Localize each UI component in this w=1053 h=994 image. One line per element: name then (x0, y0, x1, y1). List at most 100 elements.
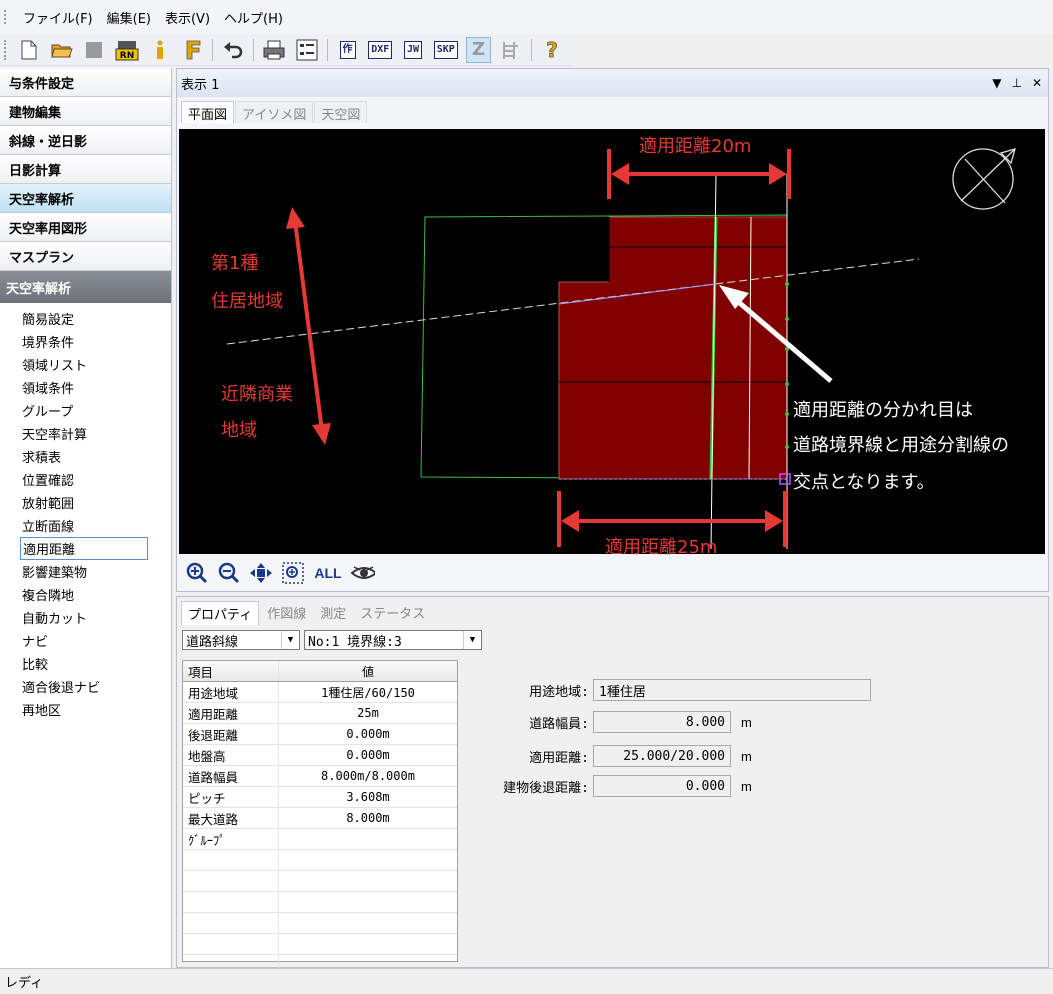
category-building-edit[interactable]: 建物編集 (0, 97, 171, 126)
tab-measure[interactable]: 測定 (314, 601, 352, 625)
table-row[interactable]: 後退距離 0.000m (183, 724, 457, 745)
status-text: レディ (5, 976, 44, 991)
jw-button[interactable]: JW (400, 37, 426, 63)
category-slant-shadow[interactable]: 斜線・逆日影 (0, 126, 171, 155)
print-button[interactable] (261, 37, 287, 63)
f-button[interactable] (180, 37, 206, 63)
sidebar-item[interactable]: ナビ (0, 629, 171, 652)
sidebar-item-list: 簡易設定 境界条件 領域リスト 領域条件 グループ 天空率計算 求積表 位置確認… (0, 303, 171, 721)
skp-icon: SKP (433, 40, 458, 59)
undo-button[interactable] (220, 37, 246, 63)
table-row-empty (183, 913, 457, 934)
zoom-all-label: ALL (314, 565, 342, 581)
z-icon: Z (472, 39, 486, 60)
table-row[interactable]: 適用距離 25m (183, 703, 457, 724)
info-button[interactable] (147, 37, 173, 63)
sidebar-item[interactable]: 領域リスト (0, 353, 171, 376)
sidebar-item[interactable]: 影響建築物 (0, 560, 171, 583)
zoom-out-button[interactable] (217, 561, 241, 585)
stop-button[interactable] (81, 37, 107, 63)
boundary-select[interactable]: No:1 境界線:3 ▼ (304, 630, 482, 650)
form-row-zone: 用途地域: 1種住居 (477, 679, 871, 701)
sidebar-item[interactable]: 放射範囲 (0, 491, 171, 514)
tab-status[interactable]: ステータス (354, 601, 431, 625)
tab-plan[interactable]: 平面図 (181, 101, 235, 123)
table-row[interactable]: 用途地域 1種住居/60/150 (183, 682, 457, 703)
drawing-canvas[interactable]: 適用距離20m 適用距離25m 第1種 住居地域 近隣商業 地域 適用距離の分か… (179, 129, 1045, 558)
view-tabs: 平面図 アイソメ図 天空図 (177, 97, 1048, 123)
category-mass-plan[interactable]: マスプラン (0, 242, 171, 271)
sidebar-item[interactable]: 求積表 (0, 445, 171, 468)
form-row-setback: 建物後退距離: 0.000 m (477, 775, 752, 797)
dropdown-icon[interactable]: ▼ (992, 76, 1001, 90)
property-grid: 項目 値 用途地域 1種住居/60/150 適用距離 25m 後退距離 0.000m … (182, 660, 458, 976)
note-line2: 道路境界線と用途分割線の (793, 435, 1009, 456)
menu-file[interactable]: ファイル(F) (16, 8, 100, 27)
sidebar-item[interactable]: 比較 (0, 652, 171, 675)
sidebar-item[interactable]: 適合後退ナビ (0, 675, 171, 698)
menu-help[interactable]: ヘルプ(H) (217, 8, 290, 27)
tab-drawing-lines[interactable]: 作図線 (261, 601, 312, 625)
skp-button[interactable]: SKP (433, 37, 459, 63)
table-row[interactable]: 道路幅員 8.000m/8.000m (183, 766, 457, 787)
sidebar-item[interactable]: 自動カット (0, 606, 171, 629)
z-button[interactable]: Z (465, 36, 492, 63)
sidebar: 与条件設定 建物編集 斜線・逆日影 日影計算 天空率解析 天空率用図形 マスプラ… (0, 68, 172, 968)
rn-button[interactable]: RN (114, 37, 140, 63)
table-row[interactable]: ピッチ 3.608m (183, 787, 457, 808)
table-row[interactable]: 地盤高 0.000m (183, 745, 457, 766)
menu-bar: ファイル(F) 編集(E) 表示(V) ヘルプ(H) (0, 0, 1053, 34)
close-icon[interactable]: ✕ (1032, 76, 1042, 90)
chevron-down-icon: ▼ (463, 631, 481, 649)
table-row[interactable]: ｸﾞﾙｰﾌﾟ (183, 829, 457, 850)
tab-sky[interactable]: 天空図 (314, 101, 368, 123)
toolbar-separator (326, 38, 328, 61)
rn-icon: RN (115, 40, 139, 61)
category-sky-ratio[interactable]: 天空率解析 (0, 184, 171, 213)
category-conditions[interactable]: 与条件設定 (0, 68, 171, 97)
info-icon (156, 40, 163, 59)
new-file-icon (21, 40, 37, 59)
sidebar-item[interactable]: 複合隣地 (0, 583, 171, 606)
menu-edit[interactable]: 編集(E) (100, 8, 158, 27)
properties-panel: プロパティ 作図線 測定 ステータス 道路斜線 ▼ No:1 境界線:3 ▼ 項… (176, 596, 1049, 976)
print-icon (263, 40, 285, 59)
sidebar-item-selected[interactable]: 適用距離 (0, 537, 171, 560)
sidebar-item[interactable]: 境界条件 (0, 330, 171, 353)
zone1-label-line2: 住居地域 (211, 291, 283, 312)
dxf-button[interactable]: DXF (367, 37, 393, 63)
sidebar-item[interactable]: 再地区 (0, 698, 171, 721)
open-button[interactable] (49, 37, 75, 63)
note-line3: 交点となります。 (793, 472, 935, 493)
tab-properties[interactable]: プロパティ (181, 601, 260, 625)
stairs-button[interactable] (498, 37, 524, 63)
help-icon: ? (546, 37, 558, 62)
sidebar-item[interactable]: グループ (0, 399, 171, 422)
table-row[interactable]: 最大道路 8.000m (183, 808, 457, 829)
saku-button[interactable]: 作 (335, 37, 361, 63)
tab-isometric[interactable]: アイソメ図 (235, 101, 314, 123)
type-select[interactable]: 道路斜線 ▼ (182, 630, 300, 650)
sidebar-item[interactable]: 天空率計算 (0, 422, 171, 445)
help-button[interactable]: ? (539, 37, 565, 63)
category-sky-shapes[interactable]: 天空率用図形 (0, 213, 171, 242)
menu-grip (4, 10, 10, 24)
pin-icon[interactable]: ⊥ (1011, 76, 1021, 90)
view-title: 表示 1 (181, 77, 220, 93)
settings-list-icon (296, 39, 318, 60)
stop-icon (86, 41, 103, 58)
zoom-in-button[interactable] (185, 561, 209, 585)
zoom-all-button[interactable]: ALL (313, 561, 343, 585)
settings-button[interactable] (294, 37, 320, 63)
sidebar-item[interactable]: 位置確認 (0, 468, 171, 491)
zoom-in-icon (186, 562, 208, 584)
sidebar-item[interactable]: 簡易設定 (0, 307, 171, 330)
menu-view[interactable]: 表示(V) (158, 8, 217, 27)
view-toggle-button[interactable] (351, 561, 375, 585)
sidebar-item[interactable]: 立断面線 (0, 514, 171, 537)
category-shadow-calc[interactable]: 日影計算 (0, 155, 171, 184)
new-file-button[interactable] (16, 37, 42, 63)
sidebar-item[interactable]: 領域条件 (0, 376, 171, 399)
pan-button[interactable] (249, 561, 273, 585)
zoom-window-button[interactable] (281, 561, 305, 585)
